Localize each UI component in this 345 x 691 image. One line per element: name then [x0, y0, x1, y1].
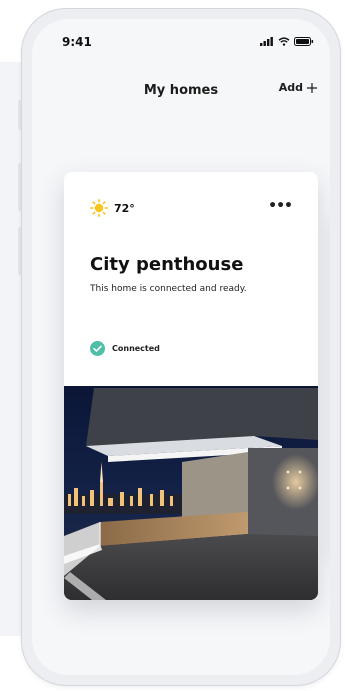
more-options-icon[interactable]: ••• — [268, 198, 293, 214]
home-name: City penthouse — [90, 254, 244, 275]
wifi-icon — [278, 37, 290, 46]
connection-status-label: Connected — [112, 344, 160, 353]
sun-icon — [90, 199, 108, 217]
add-home-button[interactable]: Add — [279, 81, 318, 94]
add-label: Add — [278, 81, 303, 94]
home-description: This home is connected and ready. — [90, 284, 247, 294]
phone-screen: 9:41 My homes Add 72° ••• City penthouse… — [32, 19, 330, 675]
navigation-header: My homes Add — [32, 75, 330, 105]
battery-icon — [294, 37, 314, 46]
check-circle-icon — [90, 341, 105, 356]
signal-icon — [260, 37, 273, 46]
status-bar: 9:41 — [32, 19, 330, 63]
rooftop-photo — [64, 386, 318, 600]
connection-status: Connected — [90, 341, 160, 356]
phone-frame: 9:41 My homes Add 72° ••• City penthouse… — [22, 9, 340, 685]
temperature: 72° — [114, 201, 135, 215]
weather-widget: 72° — [90, 199, 135, 217]
system-icons — [260, 37, 314, 46]
home-card[interactable]: 72° ••• City penthouse This home is conn… — [64, 172, 318, 600]
plus-icon — [307, 82, 317, 93]
status-time: 9:41 — [62, 35, 92, 49]
